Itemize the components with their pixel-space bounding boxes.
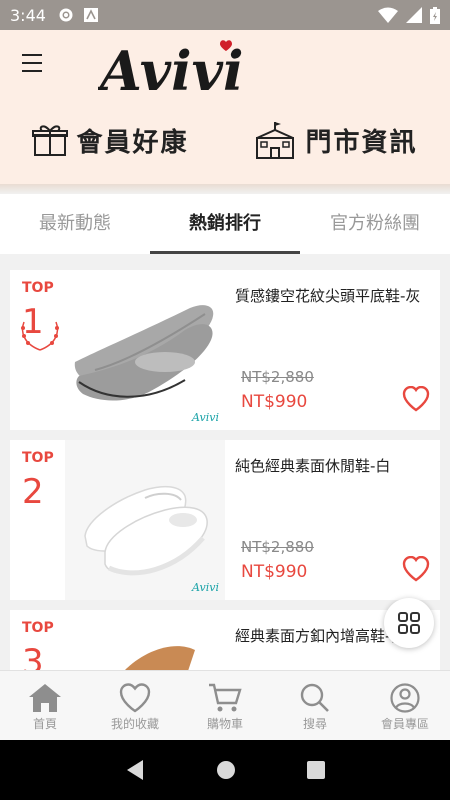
- nav-favorites-label: 我的收藏: [110, 717, 159, 731]
- gray-flat-shoe-image: [74, 305, 214, 401]
- tab-latest-news[interactable]: 最新動態: [0, 194, 150, 254]
- original-price: NT$2,880: [241, 538, 314, 556]
- rank-top-label: TOP: [22, 450, 54, 466]
- home-icon: [29, 684, 61, 712]
- tab-bar: 最新動態 熱銷排行 官方粉絲團: [0, 194, 450, 254]
- tab-best-sellers[interactable]: 熱銷排行: [150, 194, 300, 254]
- heart-icon: [119, 683, 151, 713]
- product-card[interactable]: TOP 2 Avivi 純色經典素面休閒鞋-白 NT$2,880 NT$990: [10, 440, 440, 600]
- shoe-image: [125, 646, 195, 670]
- status-bar: 3:44: [0, 0, 450, 30]
- cart-icon: [209, 683, 242, 712]
- favorite-heart-icon[interactable]: [402, 386, 430, 412]
- tab-official-fan-page[interactable]: 官方粉絲團: [300, 194, 450, 254]
- sale-price: NT$990: [241, 392, 308, 412]
- avivi-logo: Avivi: [98, 39, 244, 98]
- app-notification-icon: [83, 8, 98, 22]
- recents-icon[interactable]: [306, 761, 325, 779]
- user-icon: [390, 683, 420, 713]
- nav-home-label: 首頁: [32, 717, 57, 731]
- rank-top-label: TOP: [22, 620, 54, 636]
- menu-icon-bar: [22, 54, 42, 56]
- product-card[interactable]: TOP 1 Avivi 質感鏤空花紋尖頭平底鞋-灰 NT$2,880 NT$99…: [10, 270, 440, 430]
- product-image[interactable]: Avivi: [65, 270, 225, 430]
- menu-icon-bar: [22, 70, 42, 72]
- product-image[interactable]: [65, 610, 225, 670]
- product-name: 純色經典素面休閒鞋-白: [235, 457, 391, 475]
- member-benefits-button[interactable]: 會員好康: [32, 122, 188, 159]
- header-divider: [0, 184, 450, 194]
- product-list[interactable]: TOP 1 Avivi 質感鏤空花紋尖頭平底鞋-灰 NT$2,880 NT$99…: [10, 270, 440, 670]
- system-nav-bar: [0, 740, 450, 800]
- wifi-icon: [378, 7, 398, 23]
- sale-price: NT$990: [241, 562, 308, 582]
- rank-number: 2: [22, 472, 44, 512]
- nav-member[interactable]: 會員專區: [360, 671, 450, 740]
- grid-view-button[interactable]: [384, 598, 434, 648]
- gift-icon: [32, 125, 69, 156]
- brand-watermark: Avivi: [192, 581, 219, 594]
- status-time: 3:44: [10, 5, 46, 25]
- brand-watermark: Avivi: [192, 411, 219, 424]
- rank-badge: TOP 3: [10, 610, 65, 670]
- rank-top-label: TOP: [22, 280, 54, 296]
- app-header: Avivi 會員好康 門市資訊: [0, 30, 450, 184]
- nav-cart[interactable]: 購物車: [180, 671, 270, 740]
- product-info: 純色經典素面休閒鞋-白 NT$2,880 NT$990: [225, 440, 440, 600]
- signal-icon: [406, 7, 422, 23]
- product-name: 質感鏤空花紋尖頭平底鞋-灰: [235, 287, 421, 305]
- settings-icon: [59, 8, 73, 22]
- search-icon: [300, 683, 329, 712]
- store-info-label: 門市資訊: [305, 127, 418, 158]
- svg-text:Avivi: Avivi: [98, 39, 244, 98]
- rank-badge: TOP 2: [10, 440, 65, 600]
- nav-search-label: 搜尋: [302, 717, 327, 731]
- back-icon[interactable]: [125, 759, 145, 781]
- nav-cart-label: 購物車: [206, 717, 243, 731]
- home-circle-icon[interactable]: [216, 760, 236, 780]
- original-price: NT$2,880: [241, 368, 314, 386]
- nav-search[interactable]: 搜尋: [270, 671, 360, 740]
- bottom-nav: 首頁 我的收藏 購物車 搜尋 會員專區: [0, 670, 450, 740]
- nav-member-label: 會員專區: [380, 717, 429, 731]
- product-image[interactable]: Avivi: [65, 440, 225, 600]
- laurel-icon: [21, 321, 59, 351]
- white-slip-on-shoe-image: [65, 440, 225, 600]
- menu-button[interactable]: [22, 54, 48, 76]
- grid-icon: [398, 612, 420, 634]
- product-info: 質感鏤空花紋尖頭平底鞋-灰 NT$2,880 NT$990: [225, 270, 440, 430]
- nav-home[interactable]: 首頁: [0, 671, 90, 740]
- menu-icon-bar: [22, 62, 42, 64]
- favorite-heart-icon[interactable]: [402, 556, 430, 582]
- store-info-button[interactable]: 門市資訊: [253, 120, 417, 160]
- store-icon: [256, 122, 295, 159]
- product-card[interactable]: TOP 3 經典素面方釦內增高鞋-白: [10, 610, 440, 670]
- battery-icon: [430, 6, 440, 24]
- rank-badge: TOP 1: [10, 270, 65, 430]
- member-benefits-label: 會員好康: [76, 127, 189, 158]
- rank-number: 3: [22, 642, 44, 670]
- nav-favorites[interactable]: 我的收藏: [90, 671, 180, 740]
